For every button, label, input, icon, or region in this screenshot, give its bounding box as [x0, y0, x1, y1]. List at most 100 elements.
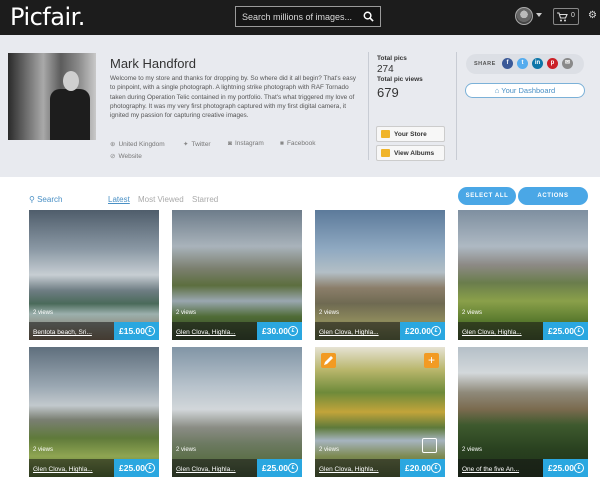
photo-thumbnail[interactable]	[29, 347, 159, 477]
price-button[interactable]: £25.00 £	[257, 459, 302, 477]
photo-card[interactable]: 2 views Glen Clova, Highla... £25.00 £	[29, 347, 159, 477]
profile-panel: Mark Handford Welcome to my store and th…	[0, 35, 600, 177]
price-button[interactable]: £30.00 £	[257, 322, 302, 340]
currency-icon: £	[145, 326, 155, 336]
photo-card[interactable]: 2 views Glen Clova, Highla... £25.00 £	[458, 210, 588, 340]
photo-title[interactable]: One of the five An...	[462, 466, 542, 473]
globe-icon: ⊕	[110, 141, 116, 148]
photo-card[interactable]: 2 views Glen Clova, Highla... £20.00 £	[315, 210, 445, 340]
price-button[interactable]: £25.00 £	[114, 459, 159, 477]
share-bar: SHARE f t in p ✉	[466, 54, 584, 74]
currency-icon: £	[574, 463, 584, 473]
facebook-link[interactable]: ■ Facebook	[280, 140, 315, 147]
email-share-icon[interactable]: ✉	[562, 58, 573, 69]
search-box	[235, 6, 381, 27]
photo-title[interactable]: Glen Clova, Highla...	[319, 329, 399, 336]
pinterest-share-icon[interactable]: p	[547, 58, 558, 69]
photo-card[interactable]: 2 views One of the five An... £25.00 £	[458, 347, 588, 477]
albums-icon	[381, 149, 390, 157]
total-pics-value: 274	[377, 64, 394, 75]
twitter-share-icon[interactable]: t	[517, 58, 528, 69]
link-icon: ⊘	[110, 153, 116, 160]
view-count: 2 views	[462, 310, 483, 316]
total-views-label: Total pic views	[377, 76, 423, 83]
profile-bio: Welcome to my store and thanks for dropp…	[110, 75, 356, 120]
price-button[interactable]: £25.00 £	[543, 459, 588, 477]
view-count: 2 views	[33, 310, 54, 316]
location: ⊕ United Kingdom	[110, 141, 165, 148]
photo-title[interactable]: Glen Clova, Highla...	[176, 329, 256, 336]
photo-card[interactable]: + 2 views Glen Clova, Highla... £20.00 £	[315, 347, 445, 477]
select-checkbox[interactable]	[422, 438, 437, 453]
photo-thumbnail[interactable]	[172, 347, 302, 477]
currency-icon: £	[145, 463, 155, 473]
currency-icon: £	[288, 326, 298, 336]
photo-thumbnail[interactable]	[315, 210, 445, 340]
tab-latest[interactable]: Latest	[108, 195, 130, 204]
add-plus-icon[interactable]: +	[424, 353, 439, 368]
view-albums-button[interactable]: View Albums	[376, 145, 445, 161]
price-button[interactable]: £20.00 £	[400, 459, 445, 477]
picfair-logo[interactable]: Picfair.	[10, 3, 85, 31]
photo-card[interactable]: 2 views Glen Clova, Highla... £30.00 £	[172, 210, 302, 340]
tab-most-viewed[interactable]: Most Viewed	[138, 195, 184, 204]
price-button[interactable]: £25.00 £	[543, 322, 588, 340]
edit-pencil-icon[interactable]	[321, 353, 336, 368]
chevron-down-icon[interactable]	[536, 13, 542, 17]
user-avatar[interactable]	[515, 7, 533, 25]
photo-title[interactable]: Glen Clova, Highla...	[319, 466, 399, 473]
photo-title[interactable]: Glen Clova, Highla...	[462, 329, 542, 336]
facebook-share-icon[interactable]: f	[502, 58, 513, 69]
store-icon	[381, 130, 390, 138]
cart-count: 0	[571, 12, 575, 19]
view-count: 2 views	[33, 447, 54, 453]
divider	[368, 52, 369, 160]
currency-icon: £	[431, 463, 441, 473]
twitter-icon: ✦	[183, 141, 189, 148]
photo-card[interactable]: 2 views Bentota beach, Sri... £15.00 £	[29, 210, 159, 340]
cart-icon	[557, 12, 568, 22]
photo-thumbnail[interactable]	[458, 347, 588, 477]
price-button[interactable]: £20.00 £	[400, 322, 445, 340]
your-store-button[interactable]: Your Store	[376, 126, 445, 142]
actions-button[interactable]: ACTIONS	[518, 187, 588, 205]
select-all-button[interactable]: SELECT ALL	[458, 187, 516, 205]
photo-thumbnail[interactable]	[458, 210, 588, 340]
view-count: 2 views	[462, 447, 483, 453]
linkedin-share-icon[interactable]: in	[532, 58, 543, 69]
photo-card[interactable]: 2 views Glen Clova, Highla... £25.00 £	[172, 347, 302, 477]
website-link[interactable]: ⊘ Website	[110, 152, 142, 160]
photo-title[interactable]: Glen Clova, Highla...	[176, 466, 256, 473]
photo-title[interactable]: Glen Clova, Highla...	[33, 466, 113, 473]
photo-title[interactable]: Bentota beach, Sri...	[33, 329, 113, 336]
cart-button[interactable]: 0	[553, 8, 579, 25]
photo-thumbnail[interactable]	[172, 210, 302, 340]
total-views-value: 679	[377, 85, 399, 100]
profile-photo	[8, 53, 96, 140]
currency-icon: £	[431, 326, 441, 336]
view-count: 2 views	[319, 310, 340, 316]
gear-icon[interactable]: ⚙	[588, 11, 597, 21]
view-count: 2 views	[176, 447, 197, 453]
search-link[interactable]: ⚲ Search	[29, 195, 62, 204]
tab-starred[interactable]: Starred	[192, 195, 218, 204]
view-count: 2 views	[176, 310, 197, 316]
facebook-icon: ■	[280, 140, 284, 147]
instagram-link[interactable]: ◙ Instagram	[228, 140, 264, 147]
share-label: SHARE	[474, 61, 496, 67]
photo-thumbnail[interactable]	[29, 210, 159, 340]
search-icon: ⚲	[29, 195, 38, 204]
search-icon[interactable]	[363, 11, 374, 22]
profile-name: Mark Handford	[110, 56, 196, 71]
top-navbar: Picfair. 0 ⚙	[0, 0, 600, 35]
search-input[interactable]	[236, 7, 360, 26]
price-button[interactable]: £15.00 £	[114, 322, 159, 340]
currency-icon: £	[574, 326, 584, 336]
divider	[456, 52, 457, 160]
currency-icon: £	[288, 463, 298, 473]
your-dashboard-button[interactable]: ⌂ Your Dashboard	[465, 83, 585, 98]
view-count: 2 views	[319, 447, 340, 453]
total-pics-label: Total pics	[377, 55, 407, 62]
instagram-icon: ◙	[228, 140, 232, 147]
twitter-link[interactable]: ✦ Twitter	[183, 140, 211, 148]
